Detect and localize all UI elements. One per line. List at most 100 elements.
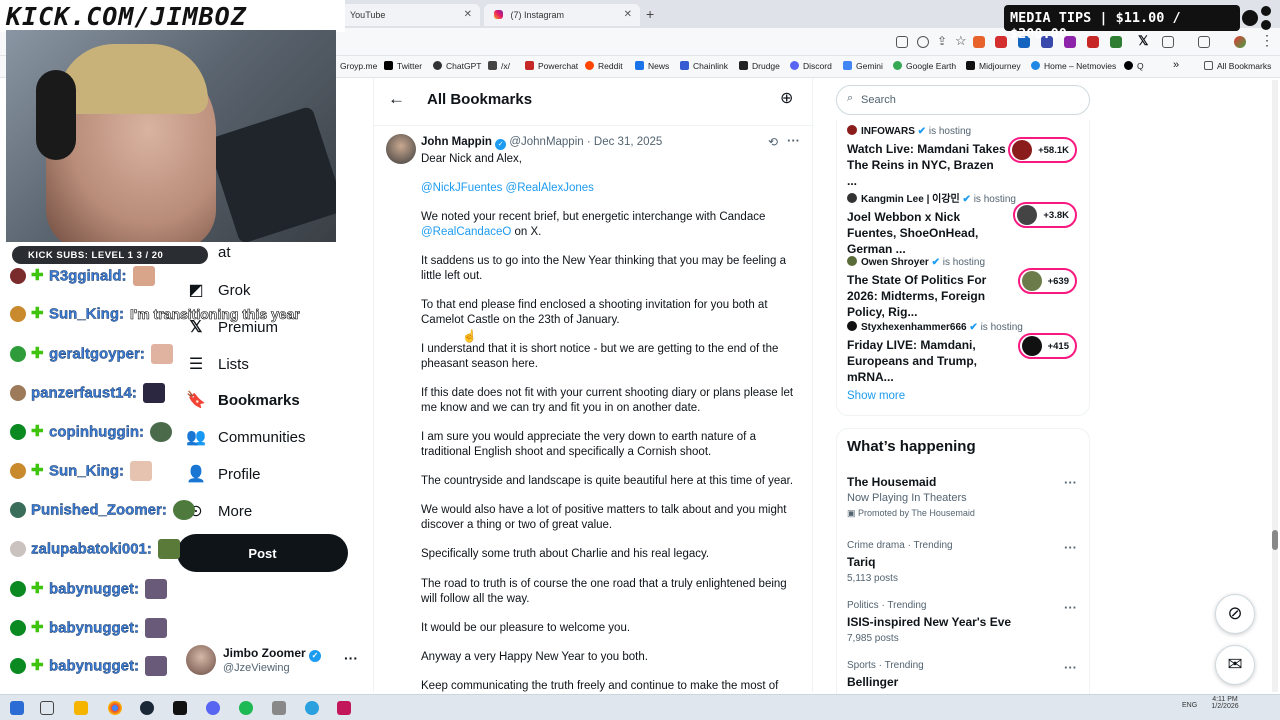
task-view-icon[interactable] — [40, 701, 54, 715]
live-title: Joel Webbon x Nick Fuentes, ShoeOnHead, … — [847, 210, 979, 256]
telegram-icon[interactable] — [305, 701, 319, 715]
tweet-date[interactable]: · Dec 31, 2025 — [587, 136, 662, 148]
grid-icon — [488, 61, 497, 70]
bookmark-chainlink[interactable]: Chainlink — [680, 61, 728, 71]
spotify-icon[interactable] — [239, 701, 253, 715]
bookmark-twitter[interactable]: Twitter — [384, 61, 422, 71]
bookmark-chatgpt[interactable]: ChatGPT — [433, 61, 481, 71]
profile-avatar-icon[interactable] — [1234, 36, 1246, 48]
windows-start-icon[interactable] — [10, 701, 24, 715]
bookmark-drudge[interactable]: Drudge — [739, 61, 780, 71]
account-avatar[interactable] — [186, 645, 216, 675]
nav-item-lists[interactable]: ☰ Lists — [186, 354, 249, 384]
chrome-icon[interactable] — [108, 701, 122, 715]
post-button[interactable]: Post — [177, 534, 348, 572]
grok-analyze-icon[interactable]: ⟲ — [768, 135, 778, 149]
live-item[interactable]: Owen Shroyer ✔ is hosting The State Of P… — [847, 256, 1087, 320]
sidepanel-icon[interactable] — [1198, 36, 1210, 48]
close-tab-icon[interactable]: ✕ — [464, 9, 472, 20]
app-icon[interactable] — [337, 701, 351, 715]
trend-more-icon[interactable]: ··· — [1064, 540, 1077, 555]
extension-d-icon[interactable] — [1087, 36, 1099, 48]
bookmark-powerchat[interactable]: Powerchat — [525, 61, 578, 71]
share-icon[interactable]: ⇪ — [937, 34, 947, 48]
steam-icon[interactable] — [140, 701, 154, 715]
tweet-more-icon[interactable]: ··· — [787, 133, 800, 148]
clock[interactable]: 4:11 PM 1/2/2026 — [1210, 696, 1240, 710]
new-tab-button[interactable]: + — [646, 6, 654, 22]
tab-instagram[interactable]: (7) Instagram ✕ — [484, 4, 640, 26]
account-more-icon[interactable]: ··· — [344, 650, 358, 666]
obs-icon[interactable] — [173, 701, 187, 715]
sub-badge-icon: ✚ — [31, 267, 44, 284]
tweet-author-name[interactable]: John Mappin — [421, 136, 492, 148]
browser-menu-icon[interactable]: ⋮ — [1260, 32, 1274, 49]
metamask-icon[interactable] — [973, 36, 985, 48]
live-listeners-pill[interactable]: +639 — [1017, 268, 1077, 294]
bookmark-groyp[interactable]: Groyp.me — [340, 61, 377, 71]
account-name[interactable]: Jimbo Zoomer ✓ — [223, 646, 322, 662]
bookmark-gemini[interactable]: Gemini — [843, 61, 883, 71]
nav-item-more[interactable]: ⊙ More — [186, 501, 252, 531]
tab-youtube[interactable]: YouTube ✕ — [340, 4, 480, 26]
scrollbar-thumb[interactable] — [1272, 530, 1278, 550]
show-more-link[interactable]: Show more — [847, 390, 905, 402]
messages-icon[interactable]: ✉ — [1215, 645, 1255, 685]
extension-e-icon[interactable] — [1110, 36, 1122, 48]
chainlink-icon — [680, 61, 689, 70]
trend-more-icon[interactable]: ··· — [1064, 600, 1077, 615]
screen-cast-icon[interactable] — [896, 36, 908, 48]
bookmarks-header: ← All Bookmarks ⊕ — [374, 78, 814, 126]
tweet-paragraph: Keep communicating the truth freely and … — [421, 680, 779, 692]
file-explorer-icon[interactable] — [74, 701, 88, 715]
back-arrow-icon[interactable]: ← — [388, 89, 405, 109]
live-item[interactable]: Kangmin Lee | 이강민 ✔ is hosting Joel Webb… — [847, 190, 1087, 257]
nav-item-communities[interactable]: 👥 Communities — [186, 427, 306, 457]
gift-icon[interactable] — [995, 36, 1007, 48]
emote-icon — [145, 618, 167, 638]
live-item[interactable]: INFOWARS ✔ is hosting Watch Live: Mamdan… — [847, 125, 1087, 189]
nav-item-profile[interactable]: 👤 Profile — [186, 464, 261, 494]
bookmark-google-earth[interactable]: Google Earth — [893, 61, 956, 71]
trend-item[interactable]: Politics · Trending ISIS-inspired New Ye… — [847, 600, 1087, 644]
nav-item-bookmarks[interactable]: 🔖 Bookmarks — [186, 390, 300, 420]
new-folder-icon[interactable]: ⊕ — [780, 88, 793, 108]
bookmarks-overflow-button[interactable]: » — [1173, 59, 1179, 71]
tweet-handle[interactable]: @JohnMappin — [509, 136, 583, 148]
chat-message: ✚ babynugget: — [10, 656, 167, 680]
bookmark-x[interactable]: /x/ — [488, 61, 510, 71]
gemini-icon — [843, 61, 852, 70]
tweet-mentions[interactable]: @NickJFuentes @RealAlexJones — [421, 181, 801, 196]
bookmark-discord[interactable]: Discord — [790, 61, 832, 71]
grok-float-icon[interactable]: ⊘ — [1215, 594, 1255, 634]
live-listeners-pill[interactable]: +415 — [1017, 333, 1077, 359]
live-listeners-pill[interactable]: +3.8K — [1013, 202, 1077, 228]
discord-taskbar-icon[interactable] — [206, 701, 220, 715]
star-icon[interactable]: ☆ — [955, 33, 967, 49]
bookmark-reddit[interactable]: Reddit — [585, 61, 623, 71]
reddit-icon — [585, 61, 594, 70]
live-listeners-pill[interactable]: +58.1K — [1008, 137, 1077, 163]
all-bookmarks-folder[interactable]: All Bookmarks — [1204, 61, 1271, 71]
page-scrollbar[interactable] — [1272, 80, 1278, 692]
bookmark-q[interactable]: Q — [1124, 61, 1144, 71]
app-icon[interactable] — [272, 701, 286, 715]
search-input[interactable]: ⌕ Search — [836, 85, 1090, 115]
listener-avatar — [1021, 271, 1042, 291]
puzzle-icon[interactable] — [1162, 36, 1174, 48]
trend-more-icon[interactable]: ··· — [1064, 475, 1077, 490]
tweet-mention-candace[interactable]: @RealCandaceO — [421, 226, 511, 238]
bookmark-netmovies[interactable]: Home – Netmovies — [1031, 61, 1116, 71]
bookmark-midjourney[interactable]: Midjourney — [966, 61, 1021, 71]
close-tab-icon[interactable]: ✕ — [624, 9, 632, 20]
trend-item[interactable]: The Housemaid Now Playing In Theaters ▣ … — [847, 475, 1087, 519]
language-indicator[interactable]: ENG — [1182, 702, 1197, 709]
tweet-author-avatar[interactable] — [386, 134, 416, 164]
zoom-icon[interactable] — [917, 36, 929, 48]
trend-more-icon[interactable]: ··· — [1064, 660, 1077, 675]
trend-item[interactable]: Sports · Trending Bellinger ··· — [847, 660, 1087, 689]
x-extension-icon[interactable]: 𝕏 — [1138, 33, 1148, 49]
bookmark-news[interactable]: News — [635, 61, 669, 71]
live-item[interactable]: Styxhexenhammer666 ✔ is hosting Friday L… — [847, 321, 1087, 385]
trend-item[interactable]: Crime drama · Trending Tariq 5,113 posts… — [847, 540, 1087, 584]
